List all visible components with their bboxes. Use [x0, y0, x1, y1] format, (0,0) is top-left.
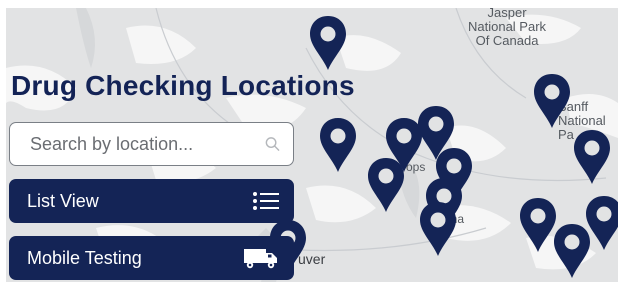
search-icon[interactable] — [264, 135, 281, 153]
map-pin-icon[interactable] — [532, 72, 572, 130]
list-icon — [253, 192, 279, 210]
map-pin-icon[interactable] — [366, 156, 406, 214]
mobile-testing-button[interactable]: Mobile Testing — [9, 236, 294, 280]
search-box[interactable] — [9, 122, 294, 166]
map-pin-icon[interactable] — [572, 128, 612, 186]
list-view-button[interactable]: List View — [9, 179, 294, 223]
search-input[interactable] — [28, 132, 264, 156]
mobile-testing-label: Mobile Testing — [27, 247, 142, 268]
map-pin-icon[interactable] — [308, 14, 348, 72]
map-label-jasper: Jasper National Park Of Canada — [468, 8, 547, 48]
list-view-label: List View — [27, 190, 99, 211]
map-pin-icon[interactable] — [584, 194, 618, 252]
truck-icon — [244, 249, 277, 269]
page-title: Drug Checking Locations — [11, 70, 355, 101]
map-pin-icon[interactable] — [318, 116, 358, 174]
map-pin-icon[interactable] — [418, 200, 458, 258]
